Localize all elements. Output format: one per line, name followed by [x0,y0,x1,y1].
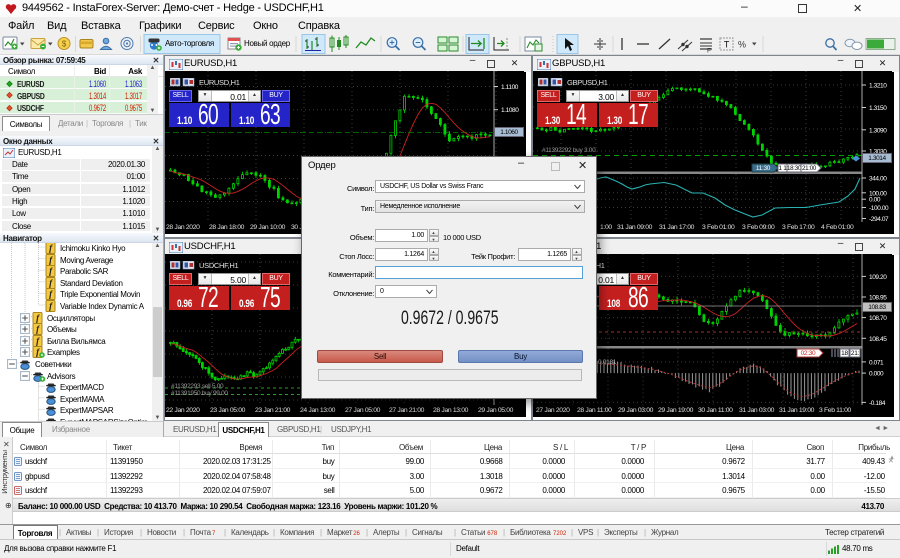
svg-text:%: % [738,40,746,50]
svg-text:108.95: 108.95 [869,295,887,302]
svg-text:21:: 21: [851,350,860,357]
svg-text:109.20: 109.20 [869,274,887,281]
svg-text:USDCHF,H1: USDCHF,H1 [199,261,239,270]
svg-text:18: 18 [841,350,848,357]
svg-text:T: T [724,40,730,50]
svg-text:108.70: 108.70 [869,315,887,322]
svg-text:F: F [707,48,711,55]
svg-text:1.3210: 1.3210 [869,83,887,90]
svg-text:1.1100: 1.1100 [501,84,519,91]
svg-text:11:30: 11:30 [756,165,771,172]
svg-text:1 1: 1 1 [778,165,787,172]
svg-text:21:00: 21:00 [802,165,817,172]
svg-text:1.3150: 1.3150 [869,105,887,112]
svg-text:1.3090: 1.3090 [869,127,887,134]
svg-text:344.00: 344.00 [869,176,887,183]
svg-text:0.00: 0.00 [869,197,881,204]
svg-text:-100.00: -100.00 [869,205,889,212]
svg-text:0.000: 0.000 [869,371,884,378]
svg-text:GBPUSD,H1: GBPUSD,H1 [567,78,608,87]
svg-text:18:30: 18:30 [787,165,802,172]
svg-text:1.1080: 1.1080 [501,107,519,114]
svg-text:108.45: 108.45 [869,336,887,343]
svg-text:EURUSD,H1: EURUSD,H1 [199,78,240,87]
svg-text:0.071: 0.071 [869,359,884,366]
svg-text:02:30: 02:30 [801,350,816,357]
